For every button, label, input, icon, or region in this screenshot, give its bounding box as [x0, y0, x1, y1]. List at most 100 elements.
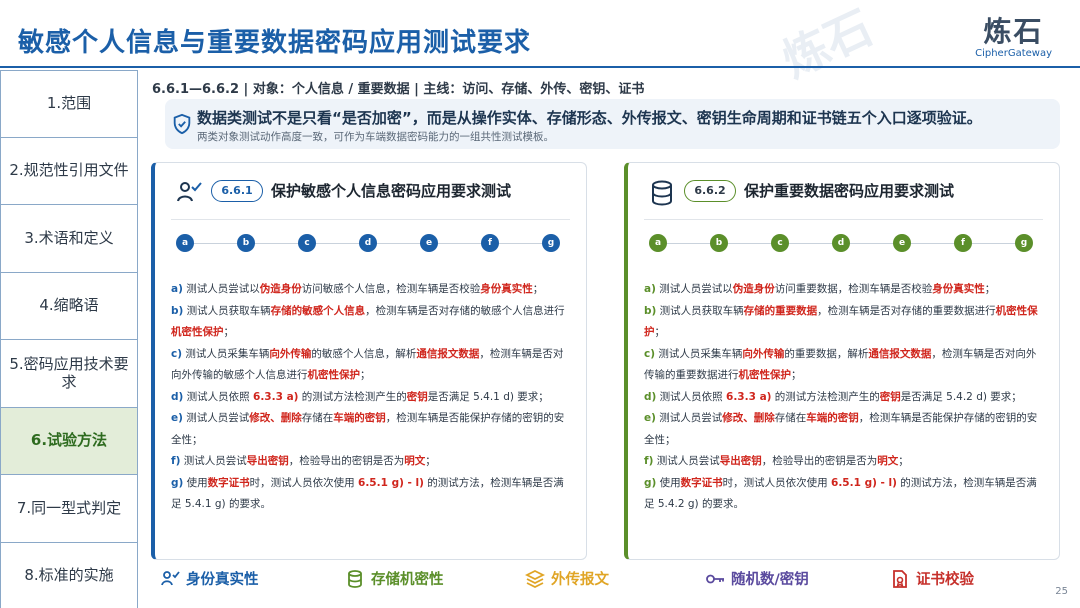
timeline-dot: b	[237, 234, 255, 252]
legend-label: 身份真实性	[186, 572, 259, 588]
sidebar-item-terms[interactable]: 3.术语和定义	[0, 205, 138, 273]
item-highlight: 通信报文数据	[416, 347, 480, 360]
item-highlight: 向外传输	[269, 347, 312, 360]
test-items-list: a) 测试人员尝试以伪造身份访问敏感个人信息，检测车辆是否校验身份真实性； b)…	[171, 279, 570, 516]
item-text: ；	[654, 326, 666, 338]
item-text: ，检测车辆是否对存储的敏感个人信息进行	[365, 304, 565, 317]
item-highlight: 伪造身份	[732, 283, 775, 295]
key-icon	[706, 574, 724, 583]
timeline-dot: a	[176, 234, 194, 252]
item-text: 时，测试人员依次使用	[722, 476, 832, 489]
banner-sub-text: 两类对象测试动作高度一致，可作为车端数据密码能力的一组共性测试模板。	[197, 131, 554, 143]
item-label: b)	[644, 304, 657, 317]
item-text: ；	[532, 283, 544, 295]
database-icon	[348, 569, 362, 588]
legend-label: 随机数/密钥	[731, 572, 809, 588]
section-badge: 6.6.1	[211, 180, 263, 202]
item-text: 访问重要数据，检测车辆是否校验	[774, 283, 933, 295]
item-highlight: 机密性保护	[171, 326, 224, 338]
list-item: f) 测试人员尝试导出密钥，检验导出的密钥是否为明文；	[644, 451, 1043, 473]
panel-title: 保护敏感个人信息密码应用要求测试	[271, 182, 512, 200]
legend-transmission: 外传报文	[525, 568, 609, 589]
sidebar-item-scope[interactable]: 1.范围	[0, 70, 138, 138]
panel-divider	[171, 219, 570, 220]
timeline-dot: e	[893, 234, 911, 252]
item-highlight: 数字证书	[680, 476, 723, 489]
item-text: 测试人员采集车辆	[658, 347, 743, 360]
timeline-dot: c	[771, 234, 789, 252]
item-label: c)	[171, 347, 183, 360]
timeline-dot: d	[832, 234, 850, 252]
legend-key: 随机数/密钥	[705, 568, 809, 589]
important-data-panel: 6.6.2 保护重要数据密码应用要求测试 a b c d e f g a) 测试…	[624, 162, 1060, 560]
item-highlight: 身份真实性	[480, 283, 533, 295]
item-highlight: 6.5.1 g) - l)	[831, 476, 897, 489]
item-text: 测试人员尝试以	[186, 283, 260, 295]
sidebar-item-test-methods[interactable]: 6.试验方法	[0, 407, 138, 475]
item-text: ；	[425, 455, 436, 467]
list-item: b) 测试人员获取车辆存储的重要数据，检测车辆是否对存储的重要数据进行机密性保护…	[644, 301, 1043, 344]
list-item: c) 测试人员采集车辆向外传输的重要数据，解析通信报文数据，检测车辆是否对向外传…	[644, 344, 1043, 387]
legend-label: 存储机密性	[371, 572, 444, 588]
item-highlight: 存储的敏感个人信息	[270, 304, 366, 317]
item-label: g)	[644, 476, 657, 489]
list-item: g) 使用数字证书时，测试人员依次使用 6.5.1 g) - l) 的测试方法，…	[171, 473, 570, 516]
item-text: 测试人员尝试以	[659, 283, 733, 295]
sidebar-item-abbreviations[interactable]: 4.缩略语	[0, 272, 138, 340]
topic-legend: 身份真实性 存储机密性 外传报文 随机数/密钥 证书校验	[150, 568, 1050, 594]
sidebar-item-references[interactable]: 2.规范性引用文件	[0, 137, 138, 205]
item-highlight: 6.3.3 a)	[726, 390, 772, 403]
sidebar-item-implementation[interactable]: 8.标准的实施	[0, 542, 138, 608]
item-text: ；	[898, 455, 909, 467]
panel-divider	[644, 219, 1043, 220]
legend-label: 外传报文	[551, 572, 609, 588]
list-item: a) 测试人员尝试以伪造身份访问敏感个人信息，检测车辆是否校验身份真实性；	[171, 279, 570, 301]
item-text: 测试人员尝试	[659, 412, 723, 424]
sidebar-item-type-judgment[interactable]: 7.同一型式判定	[0, 475, 138, 543]
item-highlight: 密钥	[879, 390, 901, 403]
banner-main-text: 数据类测试不是只看“是否加密”，而是从操作实体、存储形态、外传报文、密钥生命周期…	[197, 109, 982, 127]
sidebar-item-crypto-requirements[interactable]: 5.密码应用技术要求	[0, 340, 138, 408]
legend-identity: 身份真实性	[160, 568, 259, 589]
user-check-icon	[161, 570, 180, 585]
item-highlight: 6.3.3 a)	[253, 390, 299, 403]
section-badge: 6.6.2	[684, 180, 736, 202]
item-highlight: 修改、删除	[722, 412, 775, 424]
item-text: 是否满足 5.4.2 d) 要求；	[900, 390, 1022, 403]
page-number: 25	[1055, 586, 1068, 597]
list-item: b) 测试人员获取车辆存储的敏感个人信息，检测车辆是否对存储的敏感个人信息进行机…	[171, 301, 570, 344]
list-item: d) 测试人员依照 6.3.3 a) 的测试方法检测产生的密钥是否满足 5.4.…	[171, 387, 570, 409]
item-label: f)	[171, 455, 181, 467]
item-label: e)	[171, 412, 183, 424]
item-text: 存储在	[301, 412, 334, 424]
item-text: ；	[223, 326, 235, 338]
item-text: 是否满足 5.4.1 d) 要求；	[427, 390, 549, 403]
item-text: 测试人员依照	[186, 390, 254, 403]
timeline-dot: f	[481, 234, 499, 252]
panel-title: 保护重要数据密码应用要求测试	[744, 182, 955, 200]
item-text: ；	[984, 283, 996, 295]
item-label: d)	[644, 390, 657, 403]
item-highlight: 机密性保护	[738, 369, 792, 381]
item-label: d)	[171, 390, 184, 403]
list-item: e) 测试人员尝试修改、删除存储在车端的密钥，检测车辆是否能保护存储的密钥的安全…	[171, 408, 570, 451]
item-highlight: 明文	[404, 455, 426, 467]
item-text: ；	[360, 369, 371, 381]
item-text: 使用	[186, 476, 208, 489]
item-text: ，检验导出的密钥是否为	[288, 455, 405, 467]
item-label: c)	[644, 347, 656, 360]
timeline-dot: e	[420, 234, 438, 252]
test-items-list: a) 测试人员尝试以伪造身份访问重要数据，检测车辆是否校验身份真实性； b) 测…	[644, 279, 1043, 516]
timeline-dot: a	[649, 234, 667, 252]
legend-certificate: 证书校验	[890, 568, 974, 589]
shield-check-icon	[173, 113, 191, 135]
item-label: b)	[171, 304, 184, 317]
item-highlight: 向外传输	[742, 347, 785, 360]
item-text: 测试人员依照	[659, 390, 727, 403]
item-text: 的敏感个人信息，解析	[311, 347, 417, 360]
legend-label: 证书校验	[916, 572, 974, 588]
item-text: 测试人员尝试	[656, 455, 720, 467]
item-highlight: 伪造身份	[259, 283, 302, 295]
item-label: a)	[644, 283, 656, 295]
item-highlight: 通信报文数据	[868, 347, 932, 360]
